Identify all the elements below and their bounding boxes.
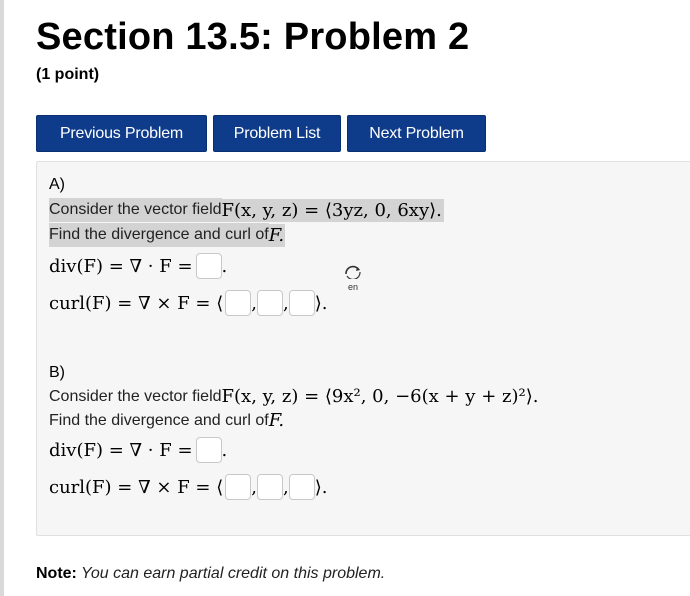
- language-accessibility-icon[interactable]: en: [342, 265, 364, 292]
- part-b-curl-comma-2: ,: [282, 476, 289, 498]
- part-a: A) Consider the vector field F(x, y, z) …: [49, 176, 444, 316]
- page-title: Section 13.5: Problem 2: [36, 16, 470, 58]
- part-a-curl-x-input[interactable]: [225, 290, 252, 316]
- refresh-arrows-icon: [345, 265, 361, 280]
- part-a-field-math: F(x, y, z) = ⟨3yz, 0, 6xy⟩.: [221, 198, 444, 222]
- problem-body: A) Consider the vector field F(x, y, z) …: [36, 161, 690, 536]
- part-b-div-period: .: [221, 439, 228, 461]
- part-b-prompt: Consider the vector field: [49, 387, 222, 405]
- points-label: (1 point): [36, 66, 100, 83]
- part-a-div-expression: div(F) = ∇ · F =: [49, 255, 193, 277]
- part-b: B) Consider the vector field F(x, y, z) …: [49, 364, 538, 500]
- note-label: Note:: [36, 565, 77, 582]
- part-a-curl-close: ⟩.: [314, 292, 328, 314]
- part-a-prompt: Consider the vector field: [49, 198, 222, 222]
- part-b-div-row: div(F) = ∇ · F = .: [49, 437, 538, 463]
- part-b-curl-row: curl(F) = ∇ × F = ⟨ , , ⟩.: [49, 474, 538, 500]
- partial-credit-note: Note: You can earn partial credit on thi…: [36, 565, 385, 583]
- problem-navigation: Previous Problem Problem List Next Probl…: [36, 115, 486, 152]
- problem-list-button[interactable]: Problem List: [213, 115, 341, 152]
- next-problem-button[interactable]: Next Problem: [347, 115, 486, 152]
- previous-problem-button[interactable]: Previous Problem: [36, 115, 207, 152]
- part-a-curl-expression: curl(F) = ∇ × F = ⟨: [49, 292, 224, 314]
- part-a-find-text: Find the divergence and curl of: [49, 223, 269, 247]
- part-a-div-period: .: [221, 255, 228, 277]
- part-b-curl-x-input[interactable]: [225, 474, 252, 500]
- part-a-find-F: F.: [268, 223, 286, 247]
- part-b-find-text: Find the divergence and curl of: [49, 411, 269, 429]
- part-b-find-row: Find the divergence and curl of F.: [49, 410, 538, 431]
- part-b-curl-close: ⟩.: [314, 476, 328, 498]
- part-a-curl-z-input[interactable]: [288, 290, 315, 316]
- part-b-find-F: F.: [268, 410, 285, 431]
- part-a-div-row: div(F) = ∇ · F = .: [49, 253, 444, 279]
- part-b-div-answer-input[interactable]: [195, 437, 222, 463]
- part-b-field-math: F(x, y, z) = ⟨9x², 0, −6(x + y + z)²⟩.: [221, 386, 539, 407]
- part-a-label: A): [49, 176, 65, 193]
- part-a-curl-comma-2: ,: [282, 292, 289, 314]
- language-code: en: [347, 282, 358, 292]
- part-b-curl-y-input[interactable]: [256, 474, 283, 500]
- part-a-prompt-row: Consider the vector field F(x, y, z) = ⟨…: [49, 198, 444, 222]
- part-a-find-row: Find the divergence and curl of F.: [49, 223, 444, 247]
- note-text: You can earn partial credit on this prob…: [76, 565, 386, 582]
- part-b-div-expression: div(F) = ∇ · F =: [49, 439, 193, 461]
- part-b-curl-z-input[interactable]: [288, 474, 315, 500]
- page-left-edge: [0, 0, 4, 596]
- part-b-curl-expression: curl(F) = ∇ × F = ⟨: [49, 476, 224, 498]
- part-b-prompt-row: Consider the vector field F(x, y, z) = ⟨…: [49, 386, 538, 407]
- part-a-curl-row: curl(F) = ∇ × F = ⟨ , , ⟩.: [49, 290, 444, 316]
- part-a-curl-y-input[interactable]: [256, 290, 283, 316]
- part-b-label: B): [49, 364, 65, 381]
- part-a-div-answer-input[interactable]: [195, 253, 222, 279]
